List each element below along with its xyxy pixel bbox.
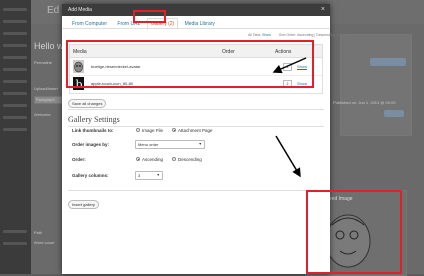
arrow-to-order <box>272 57 307 74</box>
annotation-arrows <box>272 57 307 178</box>
arrow-to-featured <box>275 135 301 178</box>
